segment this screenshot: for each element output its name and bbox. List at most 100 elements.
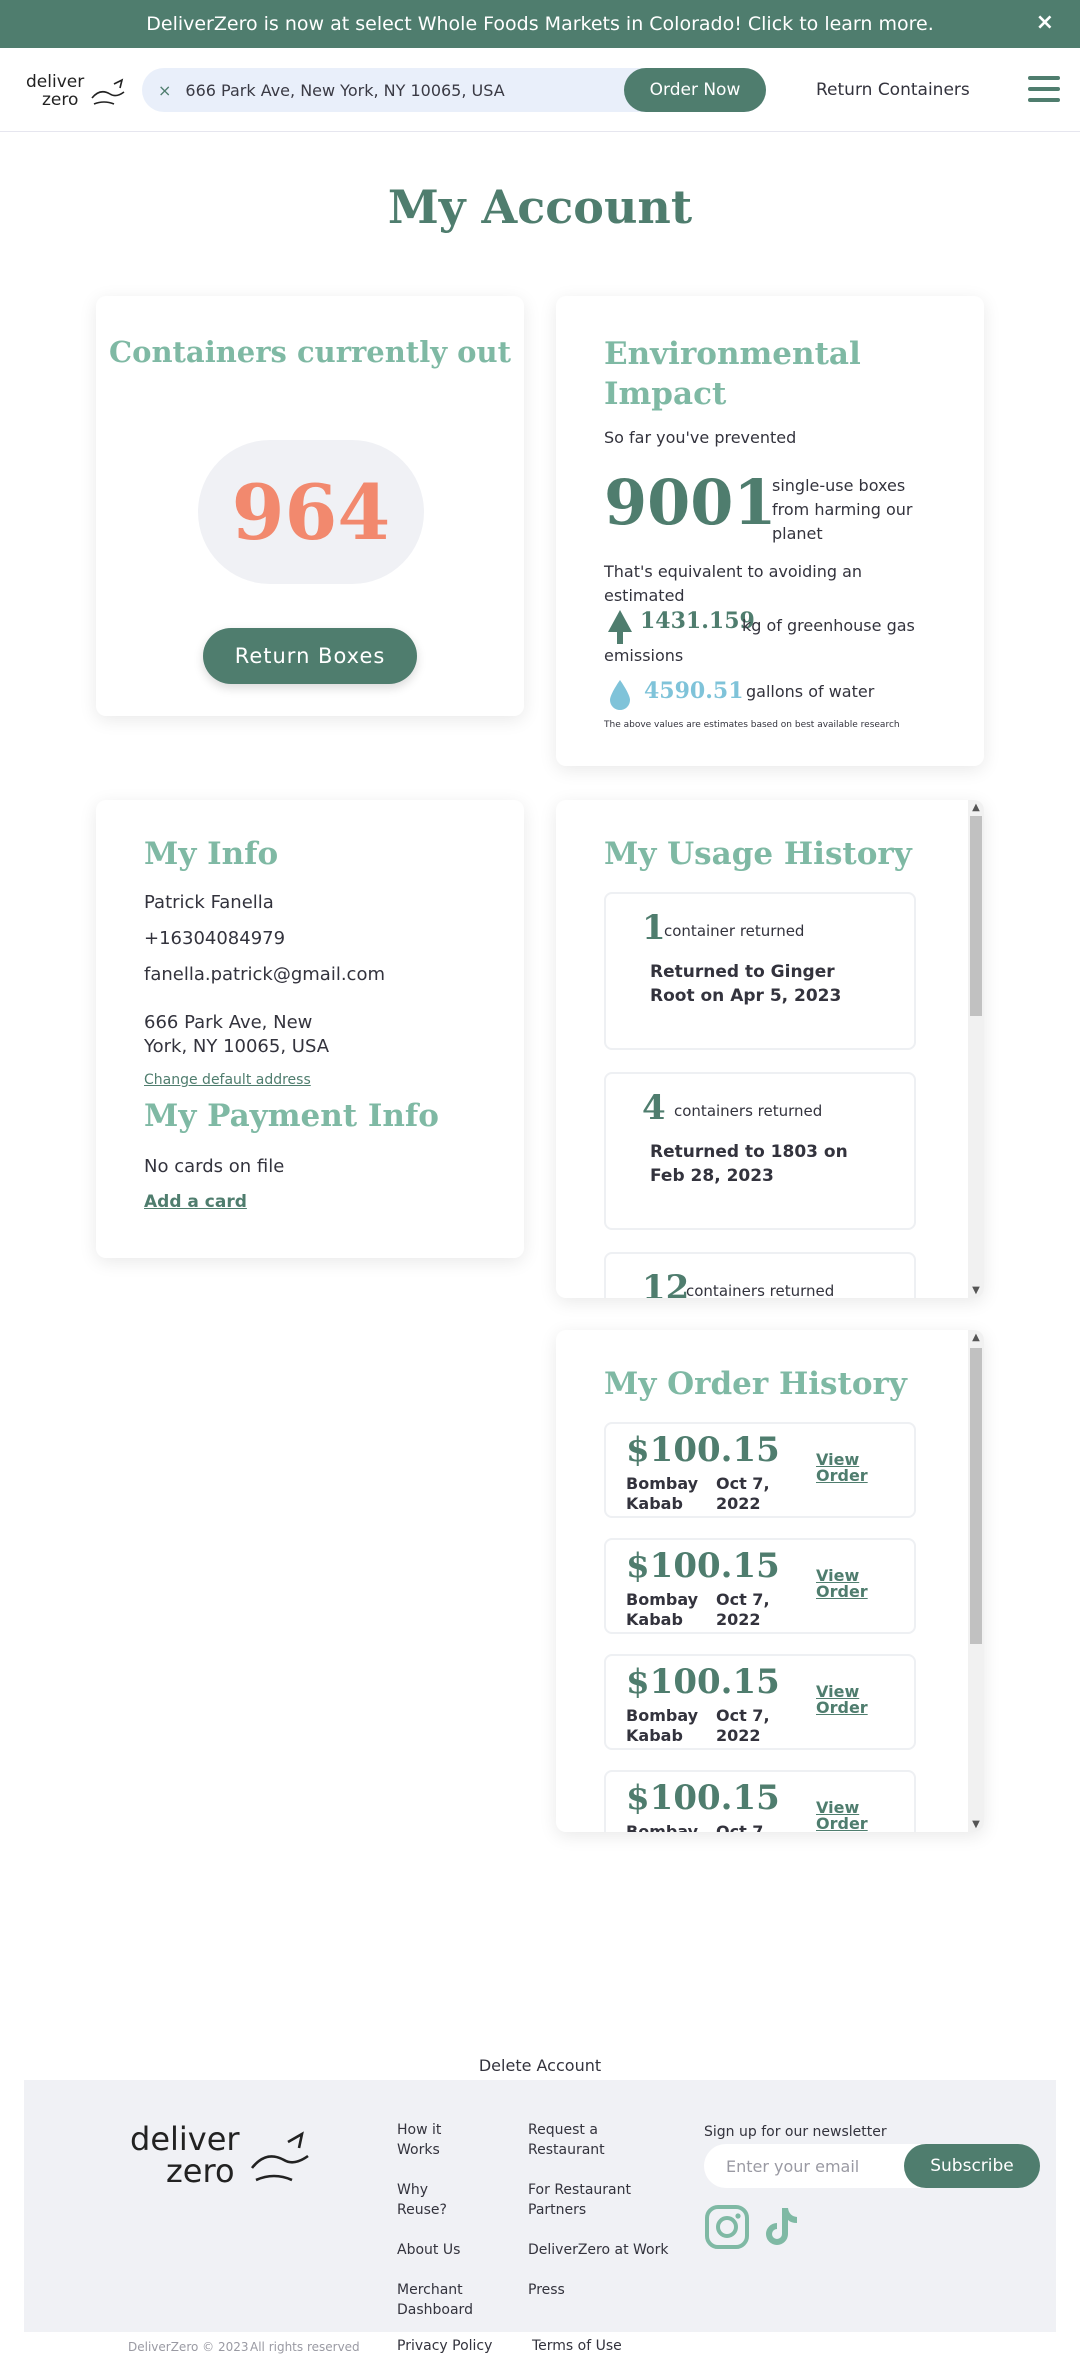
usage-detail: Returned to Ginger Root on Apr 5, 2023	[650, 962, 842, 1006]
footer-link-press[interactable]: Press	[528, 2280, 618, 2300]
order-restaurant: Bombay Kabab	[626, 1822, 699, 1832]
ghg-text: kg of greenhouse gas	[742, 616, 915, 635]
containers-card: Containers currently out 964 Return Boxe…	[96, 296, 524, 716]
footer-link-about-us[interactable]: About Us	[397, 2240, 487, 2260]
terms-of-use-link[interactable]: Terms of Use	[532, 2338, 622, 2354]
usage-label: containers returned	[674, 1102, 823, 1120]
my-info-title: My Info	[144, 836, 279, 872]
scroll-thumb[interactable]	[970, 1348, 982, 1644]
usage-count: 1	[642, 908, 666, 948]
payment-info-title: My Payment Info	[144, 1098, 439, 1134]
order-item: $100.15 Bombay Kabab Oct 7, 2022 View Or…	[604, 1538, 916, 1634]
order-item: $100.15 Bombay Kabab Oct 7, 2022 View Or…	[604, 1422, 916, 1518]
usage-item: 4 containers returned Returned to 1803 o…	[604, 1072, 916, 1230]
order-amount: $100.15	[626, 1778, 780, 1818]
no-cards-text: No cards on file	[144, 1156, 285, 1177]
deliverzero-logo[interactable]: deliver zero	[24, 70, 128, 110]
ghg-text-2: emissions	[604, 646, 684, 665]
usage-label: containers returned	[686, 1282, 835, 1298]
containers-title: Containers currently out	[109, 335, 511, 369]
instagram-icon[interactable]	[704, 2204, 750, 2250]
usage-scrollbar[interactable]: ▲ ▼	[968, 800, 984, 1298]
menu-icon[interactable]	[1028, 76, 1060, 104]
boxes-count: 9001	[604, 466, 777, 539]
orders-scrollbar[interactable]: ▲ ▼	[968, 1330, 984, 1832]
water-drop-icon	[610, 680, 630, 710]
add-card-link[interactable]: Add a card	[144, 1192, 247, 1212]
order-item: $100.15 Bombay Kabab Oct 7, 2022 View Or…	[604, 1770, 916, 1832]
footer-logo[interactable]: deliver zero	[128, 2120, 318, 2192]
scroll-down-icon[interactable]: ▼	[968, 1285, 984, 1296]
order-amount: $100.15	[626, 1546, 780, 1586]
usage-history-card[interactable]: My Usage History 1 container returned Re…	[556, 800, 984, 1298]
scroll-up-icon[interactable]: ▲	[968, 1332, 984, 1343]
privacy-policy-link[interactable]: Privacy Policy	[397, 2338, 492, 2354]
rights-text: All rights reserved	[250, 2340, 360, 2354]
top-nav: deliver zero × 666 Park Ave, New York, N…	[0, 48, 1080, 132]
view-order-link[interactable]: View Order	[816, 1684, 876, 1716]
scroll-thumb[interactable]	[970, 816, 982, 1016]
order-now-button[interactable]: Order Now	[624, 68, 766, 112]
order-restaurant: Bombay Kabab	[626, 1474, 699, 1513]
equivalent-text: That's equivalent to avoiding an estimat…	[604, 562, 863, 605]
order-amount: $100.15	[626, 1662, 780, 1702]
svg-text:deliver: deliver	[26, 72, 84, 92]
usage-history-title: My Usage History	[604, 836, 912, 872]
delete-account-link[interactable]: Delete Account	[0, 2056, 1080, 2075]
estimate-disclaimer: The above values are estimates based on …	[604, 720, 900, 730]
ghg-value: 1431.159	[640, 608, 755, 634]
close-icon[interactable]: ×	[1036, 10, 1054, 35]
user-email: fanella.patrick@gmail.com	[144, 964, 385, 985]
scroll-up-icon[interactable]: ▲	[968, 802, 984, 813]
water-text: gallons of water	[746, 682, 875, 701]
order-restaurant: Bombay Kabab	[626, 1590, 699, 1629]
water-value: 4590.51	[644, 678, 744, 704]
subscribe-button[interactable]: Subscribe	[904, 2144, 1040, 2188]
newsletter-label: Sign up for our newsletter	[704, 2124, 887, 2140]
clear-address-icon[interactable]: ×	[158, 81, 171, 100]
order-date: Oct 7, 2022	[716, 1706, 770, 1745]
address-value[interactable]: 666 Park Ave, New York, NY 10065, USA	[185, 81, 504, 100]
footer-link-restaurant-partners[interactable]: For Restaurant Partners	[528, 2180, 648, 2220]
footer-link-merchant-dashboard[interactable]: Merchant Dashboard	[397, 2280, 487, 2320]
view-order-link[interactable]: View Order	[816, 1452, 876, 1484]
view-order-link[interactable]: View Order	[816, 1568, 876, 1600]
order-date: Oct 7, 2022	[716, 1822, 770, 1832]
view-order-link[interactable]: View Order	[816, 1800, 876, 1832]
order-history-title: My Order History	[604, 1366, 907, 1402]
svg-text:zero: zero	[166, 2152, 235, 2190]
copyright-text: DeliverZero © 2023	[128, 2340, 249, 2354]
environmental-title: Environmental Impact	[604, 336, 861, 412]
return-boxes-button[interactable]: Return Boxes	[203, 628, 417, 684]
order-date: Oct 7, 2022	[716, 1590, 770, 1629]
usage-count: 4	[642, 1088, 666, 1128]
footer-link-how-it-works[interactable]: How it Works	[397, 2120, 467, 2160]
user-name: Patrick Fanella	[144, 892, 274, 913]
prevented-intro: So far you've prevented	[604, 428, 797, 447]
address-line-2: York, NY 10065, USA	[144, 1036, 330, 1057]
usage-label: container returned	[664, 922, 805, 940]
my-info-card: My Info Patrick Fanella +16304084979 fan…	[96, 800, 524, 1258]
boxes-text: single-use boxes from harming our planet	[772, 476, 913, 543]
tiktok-icon[interactable]	[758, 2204, 804, 2250]
return-containers-link[interactable]: Return Containers	[816, 80, 970, 100]
order-date: Oct 7, 2022	[716, 1474, 770, 1513]
promo-banner[interactable]: DeliverZero is now at select Whole Foods…	[0, 0, 1080, 48]
change-address-link[interactable]: Change default address	[144, 1072, 311, 1088]
promo-banner-text[interactable]: DeliverZero is now at select Whole Foods…	[146, 13, 934, 35]
scroll-down-icon[interactable]: ▼	[968, 1819, 984, 1830]
svg-text:zero: zero	[42, 90, 78, 110]
footer-link-request-restaurant[interactable]: Request a Restaurant	[528, 2120, 618, 2160]
order-history-card[interactable]: My Order History $100.15 Bombay Kabab Oc…	[556, 1330, 984, 1832]
order-item: $100.15 Bombay Kabab Oct 7, 2022 View Or…	[604, 1654, 916, 1750]
environmental-impact-card: Environmental Impact So far you've preve…	[556, 296, 984, 766]
user-phone: +16304084979	[144, 928, 286, 949]
usage-item: 12 containers returned	[604, 1252, 916, 1298]
usage-item: 1 container returned Returned to Ginger …	[604, 892, 916, 1050]
footer-link-why-reuse[interactable]: Why Reuse?	[397, 2180, 467, 2220]
footer: deliver zero How it Works Why Reuse? Abo…	[24, 2080, 1056, 2332]
usage-count: 12	[642, 1268, 690, 1298]
order-restaurant: Bombay Kabab	[626, 1706, 699, 1745]
containers-count: 964	[198, 440, 424, 584]
footer-link-deliverzero-at-work[interactable]: DeliverZero at Work	[528, 2240, 688, 2260]
